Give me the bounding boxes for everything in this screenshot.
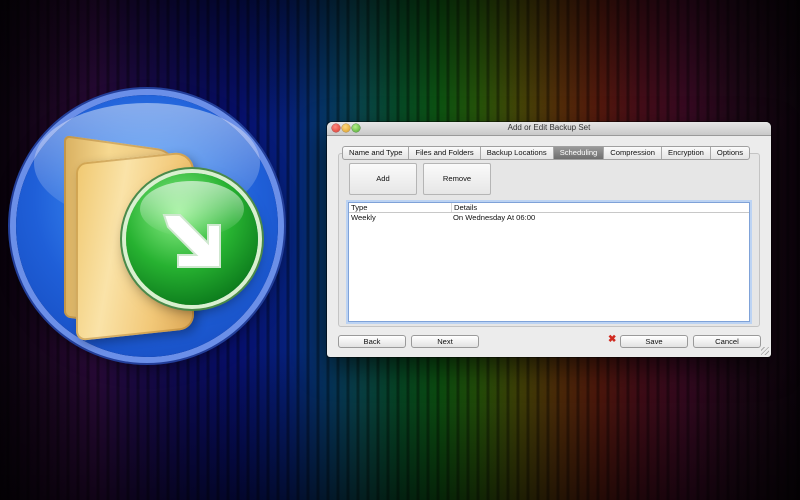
tab-bar: Name and Type Files and Folders Backup L… xyxy=(342,146,751,160)
remove-schedule-button[interactable]: Remove xyxy=(423,163,491,195)
arrow-down-right-icon xyxy=(162,214,221,268)
row-details-cell: On Wednesday At 06:00 xyxy=(453,213,536,222)
window-title: Add or Edit Backup Set xyxy=(507,123,591,132)
add-schedule-button[interactable]: Add xyxy=(349,163,417,195)
next-button[interactable]: Next xyxy=(411,335,479,348)
tab-name-and-type[interactable]: Name and Type xyxy=(343,147,410,159)
green-arrow-badge-icon xyxy=(126,173,258,305)
row-type-cell: Weekly xyxy=(351,213,376,222)
tab-scheduling[interactable]: Scheduling xyxy=(553,147,605,159)
red-x-icon: ✖ xyxy=(608,334,617,345)
tab-compression[interactable]: Compression xyxy=(604,147,663,159)
table-row[interactable]: Weekly On Wednesday At 06:00 xyxy=(349,213,749,222)
column-header-type[interactable]: Type xyxy=(349,203,452,212)
schedule-table[interactable]: Type Details Weekly On Wednesday At 06:0… xyxy=(348,202,750,322)
tab-options[interactable]: Options xyxy=(711,147,749,159)
cancel-button[interactable]: Cancel xyxy=(693,335,761,348)
back-button[interactable]: Back xyxy=(338,335,406,348)
tab-encryption[interactable]: Encryption xyxy=(662,147,711,159)
column-header-details[interactable]: Details xyxy=(452,203,477,212)
save-button[interactable]: Save xyxy=(620,335,688,348)
backup-set-dialog: Add or Edit Backup Set Add Remove Type D… xyxy=(327,122,771,357)
resize-grip[interactable] xyxy=(761,347,769,355)
scheduling-panel: Add Remove Type Details Weekly On Wednes… xyxy=(338,153,760,327)
tab-backup-locations[interactable]: Backup Locations xyxy=(481,147,554,159)
table-header: Type Details xyxy=(349,203,749,213)
app-icon xyxy=(16,95,278,357)
tab-files-and-folders[interactable]: Files and Folders xyxy=(409,147,481,159)
title-bar[interactable]: Add or Edit Backup Set xyxy=(327,122,771,136)
